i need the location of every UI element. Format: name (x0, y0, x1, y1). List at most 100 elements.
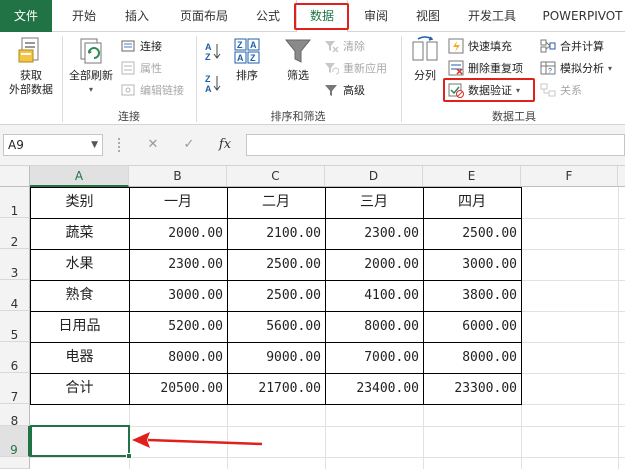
table-cell[interactable]: 水果 (30, 249, 129, 280)
tab-file[interactable]: 文件 (0, 0, 52, 32)
row-header-5[interactable]: 5 (0, 311, 30, 342)
properties-button[interactable]: 属性 (120, 60, 162, 76)
table-cell[interactable]: 蔬菜 (30, 218, 129, 249)
column-header-d[interactable]: D (325, 166, 423, 187)
sort-descending-button[interactable]: ZA (203, 72, 223, 94)
column-header-a[interactable]: A (30, 166, 129, 187)
table-cell[interactable]: 4100.00 (325, 280, 423, 311)
row-header-1[interactable]: 1 (0, 187, 30, 218)
consolidate-button[interactable]: 合并计算 (540, 38, 604, 54)
edit-links-button[interactable]: 编辑链接 (120, 82, 184, 98)
table-cell[interactable]: 5200.00 (129, 311, 227, 342)
reapply-button[interactable]: 重新应用 (323, 60, 387, 76)
chevron-down-icon[interactable]: ▼ (91, 135, 98, 155)
tab-page-layout[interactable]: 页面布局 (170, 0, 238, 32)
table-cell[interactable]: 21700.00 (227, 373, 325, 404)
tab-formulas[interactable]: 公式 (244, 0, 292, 32)
table-cell[interactable]: 2000.00 (325, 249, 423, 280)
column-header-e[interactable]: E (423, 166, 521, 187)
cancel-icon[interactable]: ✕ (140, 134, 166, 156)
table-header-cell[interactable]: 二月 (227, 187, 325, 218)
table-cell[interactable]: 3000.00 (129, 280, 227, 311)
table-cell[interactable]: 2000.00 (129, 218, 227, 249)
sort-ascending-button[interactable]: AZ (203, 40, 223, 62)
svg-text:A: A (250, 40, 257, 50)
tab-developer[interactable]: 开发工具 (460, 0, 524, 32)
refresh-icon (80, 38, 102, 64)
name-box[interactable]: A9 ▼ (3, 134, 103, 156)
row-header-3[interactable]: 3 (0, 249, 30, 280)
table-cell[interactable]: 2300.00 (325, 218, 423, 249)
tab-insert[interactable]: 插入 (113, 0, 161, 32)
table-cell[interactable]: 23400.00 (325, 373, 423, 404)
table-cell[interactable]: 20500.00 (129, 373, 227, 404)
what-if-analysis-button[interactable]: ? 模拟分析 ▾ (540, 60, 612, 76)
row-header-4[interactable]: 4 (0, 280, 30, 311)
enter-check-icon[interactable]: ✓ (176, 134, 202, 156)
table-cell[interactable]: 电器 (30, 342, 129, 373)
table-cell[interactable]: 日用品 (30, 311, 129, 342)
table-header-cell[interactable]: 一月 (129, 187, 227, 218)
get-external-data-button[interactable]: 获取 外部数据 (2, 36, 60, 97)
tab-view[interactable]: 视图 (404, 0, 452, 32)
sort-button[interactable]: Z A A Z 排序 (228, 36, 266, 83)
text-to-columns-button[interactable]: 分列 (406, 36, 444, 83)
table-cell[interactable]: 2500.00 (423, 218, 521, 249)
advanced-filter-button[interactable]: 高级 (323, 82, 365, 98)
table-cell[interactable]: 23300.00 (423, 373, 521, 404)
remove-duplicates-icon (448, 60, 464, 76)
table-cell[interactable]: 6000.00 (423, 311, 521, 342)
group-label-sort-filter: 排序和筛选 (270, 110, 326, 123)
table-cell[interactable]: 5600.00 (227, 311, 325, 342)
table-cell[interactable]: 8000.00 (423, 342, 521, 373)
refresh-all-button[interactable]: 全部刷新 ▾ (64, 36, 118, 97)
connections-button[interactable]: 连接 (120, 38, 162, 54)
table-cell[interactable]: 8000.00 (325, 311, 423, 342)
column-header-b[interactable]: B (129, 166, 227, 187)
row-header-8[interactable]: 8 (0, 404, 30, 428)
formula-bar-grip[interactable] (118, 138, 121, 152)
external-data-icon (18, 37, 39, 63)
table-cell[interactable]: 7000.00 (325, 342, 423, 373)
data-validation-button[interactable]: 数据验证 ▾ (448, 82, 520, 98)
table-cell[interactable]: 2500.00 (227, 249, 325, 280)
table-header-cell[interactable]: 四月 (423, 187, 521, 218)
tab-powerpivot[interactable]: POWERPIVOT (540, 0, 625, 32)
tab-home[interactable]: 开始 (60, 0, 108, 32)
insert-function-icon[interactable]: fx (212, 134, 238, 156)
annotation-arrow-icon (132, 432, 263, 448)
tab-data[interactable]: 数据 (296, 0, 348, 33)
table-cell[interactable]: 熟食 (30, 280, 129, 311)
filter-button[interactable]: 筛选 (278, 36, 318, 83)
active-cell-a9[interactable] (30, 425, 130, 457)
row-header-9[interactable]: 9 (0, 426, 30, 457)
divider (196, 36, 197, 122)
table-cell[interactable]: 3000.00 (423, 249, 521, 280)
table-cell[interactable]: 2100.00 (227, 218, 325, 249)
row-header-7[interactable]: 7 (0, 373, 30, 404)
formula-input[interactable] (246, 134, 625, 156)
row-header-6[interactable]: 6 (0, 342, 30, 373)
table-cell[interactable]: 9000.00 (227, 342, 325, 373)
row-header-2[interactable]: 2 (0, 218, 30, 249)
text-to-columns-icon (412, 36, 438, 61)
table-cell[interactable]: 2300.00 (129, 249, 227, 280)
clear-filter-button[interactable]: 清除 (323, 38, 365, 54)
row-header-10[interactable] (0, 457, 30, 469)
table-cell[interactable]: 8000.00 (129, 342, 227, 373)
table-cell[interactable]: 2500.00 (227, 280, 325, 311)
tab-review[interactable]: 审阅 (352, 0, 400, 32)
select-all-corner[interactable] (0, 166, 30, 187)
flash-fill-button[interactable]: 快速填充 (448, 38, 512, 54)
column-header-f[interactable]: F (521, 166, 618, 187)
column-header-c[interactable]: C (227, 166, 325, 187)
table-header-cell[interactable]: 三月 (325, 187, 423, 218)
remove-duplicates-button[interactable]: 删除重复项 (448, 60, 523, 76)
relationships-button[interactable]: 关系 (540, 82, 582, 98)
table-cell[interactable]: 合计 (30, 373, 129, 404)
column-header-g[interactable] (618, 166, 625, 187)
table-header-cell[interactable]: 类别 (30, 187, 129, 218)
fill-handle[interactable] (126, 453, 132, 459)
table-cell[interactable]: 3800.00 (423, 280, 521, 311)
worksheet-grid[interactable]: A B C D E F 1 2 3 4 5 6 7 8 9 类别 一月 二月 三… (0, 166, 625, 469)
